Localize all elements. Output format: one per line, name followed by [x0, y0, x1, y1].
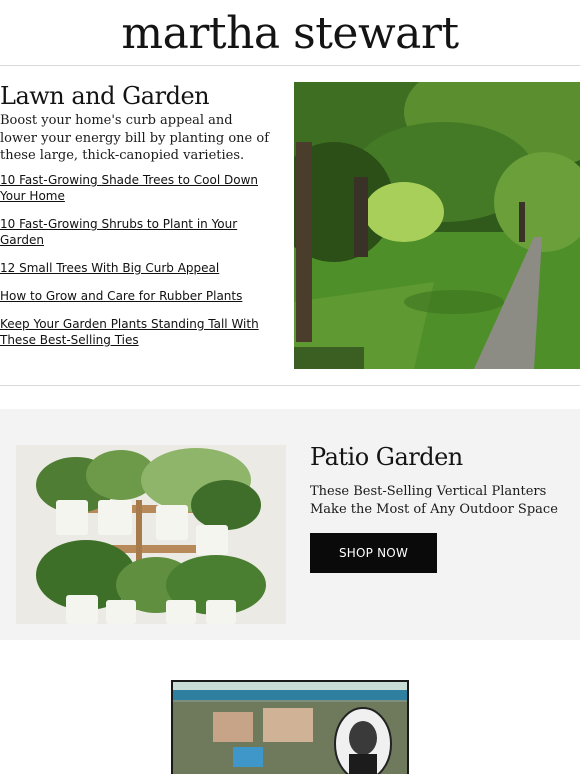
patio-garden-section: Patio Garden These Best-Selling Vertical… — [0, 409, 580, 640]
lawn-section-title: Lawn and Garden — [0, 82, 210, 110]
shop-now-button[interactable]: SHOP NOW — [310, 533, 437, 573]
email-header: martha stewart — [0, 0, 580, 66]
lawn-garden-section: Lawn and Garden Boost your home's curb a… — [0, 66, 580, 386]
article-link-plant-ties[interactable]: Keep Your Garden Plants Standing Tall Wi… — [0, 316, 262, 348]
brand-logo[interactable]: martha stewart — [0, 6, 580, 62]
patio-section-description: These Best-Selling Vertical Planters Mak… — [310, 484, 558, 517]
patio-section-title: Patio Garden — [310, 443, 463, 471]
lawn-section-description: Boost your home's curb appeal and lower … — [0, 113, 270, 163]
article-link-shrubs[interactable]: 10 Fast-Growing Shrubs to Plant in Your … — [0, 216, 262, 248]
article-link-shade-trees[interactable]: 10 Fast-Growing Shade Trees to Cool Down… — [0, 172, 262, 204]
article-link-rubber-plants[interactable]: How to Grow and Care for Rubber Plants — [0, 288, 262, 304]
tree-lined-sidewalk-photo[interactable] — [294, 82, 580, 369]
vertical-planter-photo[interactable] — [16, 445, 286, 624]
article-link-small-trees[interactable]: 12 Small Trees With Big Curb Appeal — [0, 260, 262, 276]
promo-banner-image[interactable] — [171, 680, 409, 774]
